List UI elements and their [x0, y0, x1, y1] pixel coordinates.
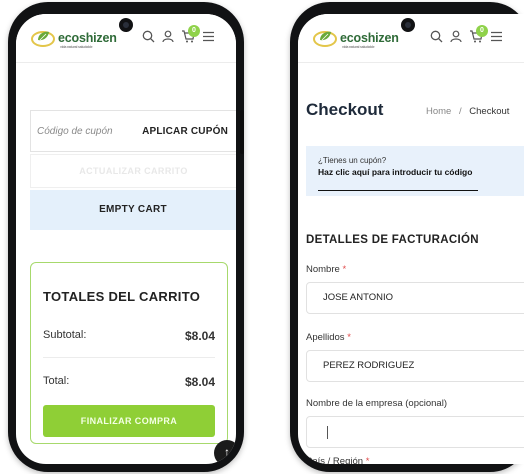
power-button: [240, 110, 244, 154]
cart-totals-box: TOTALES DEL CARRITO Subtotal: $8.04 Tota…: [30, 262, 228, 444]
brand-name: ecoshizen vida natural saludable: [58, 31, 117, 49]
totals-total-row: Total: $8.04: [43, 375, 215, 389]
required-marker: *: [365, 456, 370, 464]
header-icons: 0: [430, 25, 503, 43]
user-icon[interactable]: [450, 30, 462, 43]
coupon-link[interactable]: Haz clic aquí para introducir tu código: [318, 167, 478, 178]
company-name-label: Nombre de la empresa (opcional): [306, 398, 447, 409]
breadcrumb-home[interactable]: Home: [426, 106, 451, 117]
brand-tagline: vida natural saludable: [60, 45, 93, 49]
left-phone: Subtotal: $4.99 ecoshizenvida natural sa…: [8, 2, 244, 472]
first-name-label: Nombre *: [306, 264, 347, 275]
brand-tagline: vida natural saludable: [342, 45, 375, 49]
brand-logo[interactable]: ecoshizen vida natural saludable: [312, 28, 399, 49]
totals-divider: [43, 357, 215, 358]
text-cursor: [327, 426, 328, 439]
page-title: Checkout: [306, 100, 384, 119]
coupon-notice: ¿Tienes un cupón? Haz clic aquí para int…: [306, 146, 524, 196]
cart-count-badge: 0: [476, 25, 488, 37]
first-name-field[interactable]: JOSE ANTONIO: [306, 282, 524, 314]
checkout-screen: ecoshizen vida natural saludable 0 Checko…: [298, 14, 524, 464]
header-icons: 0: [142, 25, 215, 43]
checkout-button[interactable]: FINALIZAR COMPRA: [43, 405, 215, 437]
brand-name: ecoshizen vida natural saludable: [340, 31, 399, 49]
cart-totals-title: TOTALES DEL CARRITO: [43, 289, 201, 304]
totals-subtotal-row: Subtotal: $8.04: [43, 329, 215, 343]
cart-screen: Subtotal: $4.99 ecoshizenvida natural sa…: [16, 14, 236, 464]
search-icon[interactable]: [142, 30, 155, 43]
camera-notch: [401, 18, 415, 32]
coupon-code-input[interactable]: Código de cupón: [37, 126, 113, 137]
cart-button[interactable]: 0: [469, 25, 488, 43]
coupon-form: Código de cupón APLICAR CUPÓN: [30, 110, 236, 152]
country-region-label: País / Región *: [306, 456, 369, 464]
last-name-field[interactable]: PEREZ RODRIGUEZ: [306, 350, 524, 382]
totals-total-value: $8.04: [184, 375, 215, 389]
cart-count-badge: 0: [188, 25, 200, 37]
cart-button[interactable]: 0: [181, 25, 200, 43]
camera-notch: [119, 18, 133, 32]
coupon-question: ¿Tienes un cupón?: [318, 156, 387, 165]
totals-subtotal-label: Subtotal:: [43, 329, 87, 341]
empty-cart-button[interactable]: EMPTY CART: [30, 190, 236, 230]
menu-icon[interactable]: [490, 31, 503, 42]
update-cart-button[interactable]: ACTUALIZAR CARRITO: [30, 154, 236, 188]
search-icon[interactable]: [430, 30, 443, 43]
coupon-link-underline: [318, 190, 478, 191]
totals-total-label: Total:: [43, 375, 70, 387]
billing-details-heading: DETALLES DE FACTURACIÓN: [306, 234, 479, 246]
required-marker: *: [347, 332, 351, 343]
last-name-label: Apellidos *: [306, 332, 351, 343]
brand-logo[interactable]: ecoshizen vida natural saludable: [30, 28, 117, 49]
breadcrumb: Home / Checkout: [426, 106, 509, 117]
breadcrumb-separator: /: [458, 106, 462, 117]
leaf-logo-icon: [31, 31, 55, 47]
leaf-logo-icon: [313, 31, 337, 47]
scroll-to-top-button[interactable]: ↑: [214, 440, 236, 464]
menu-icon[interactable]: [202, 31, 215, 42]
right-phone: ecoshizen vida natural saludable 0 Checko…: [290, 2, 524, 472]
required-marker: *: [342, 264, 347, 275]
company-name-field[interactable]: [306, 416, 524, 448]
apply-coupon-button[interactable]: APLICAR CUPÓN: [142, 126, 228, 137]
user-icon[interactable]: [162, 30, 174, 43]
totals-subtotal-value: $8.04: [184, 329, 215, 343]
breadcrumb-current: Checkout: [469, 106, 510, 117]
